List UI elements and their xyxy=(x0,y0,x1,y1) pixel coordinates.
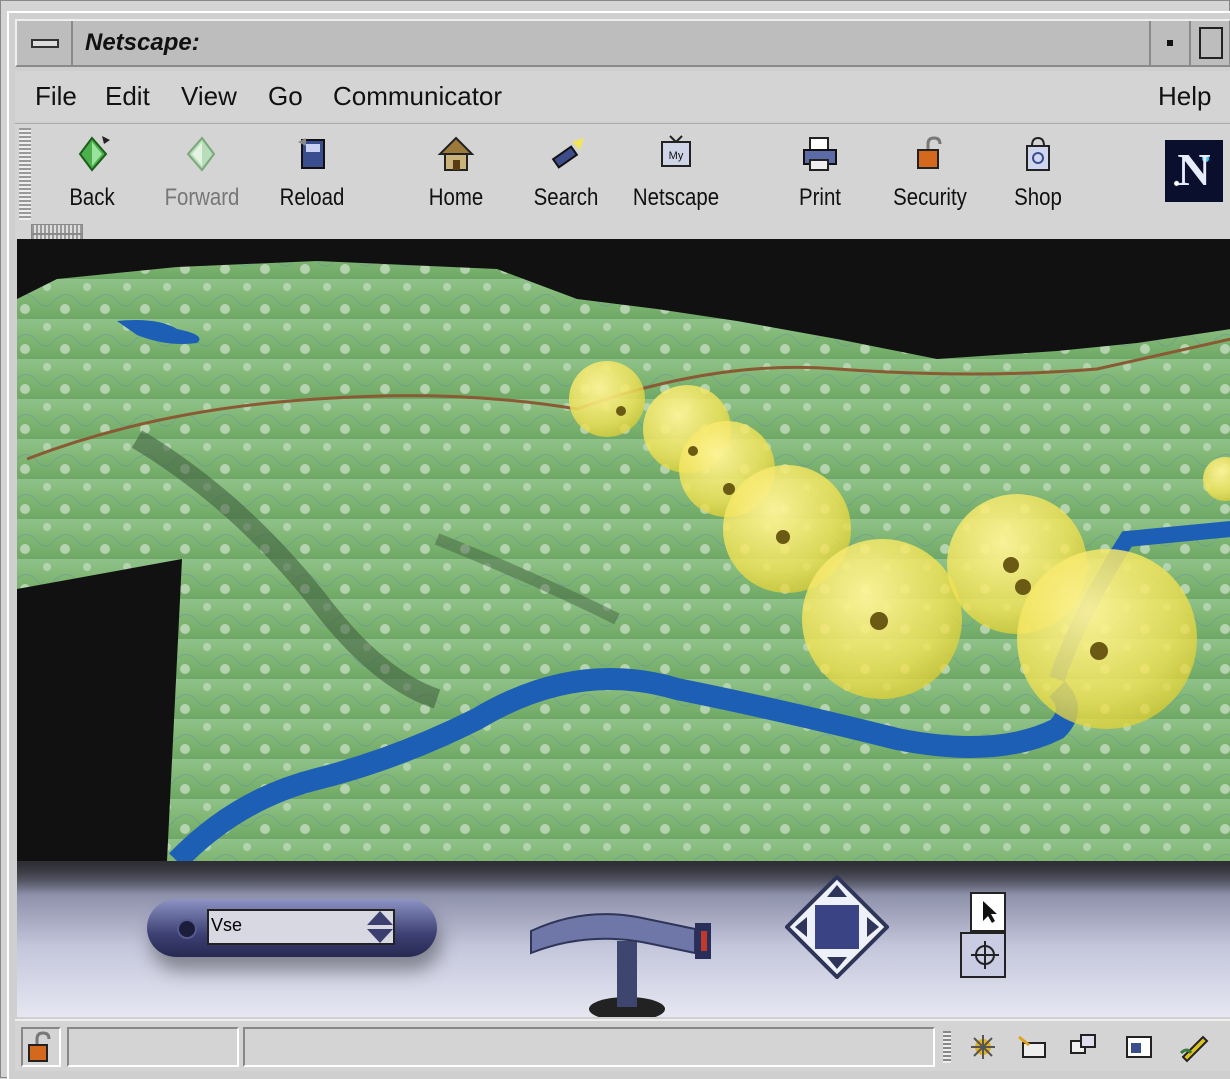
netscape-label: Netscape xyxy=(632,184,720,211)
component-bar xyxy=(943,1029,1225,1065)
minimize-icon xyxy=(1167,40,1173,46)
marker-center xyxy=(1090,642,1108,660)
my-badge-text: My xyxy=(669,150,684,162)
marker-center xyxy=(776,530,790,544)
printer-icon xyxy=(803,137,837,171)
maximize-icon xyxy=(1199,27,1223,59)
shop-button[interactable]: Shop xyxy=(983,134,1093,229)
menu-communicator[interactable]: Communicator xyxy=(333,81,502,112)
marker-center xyxy=(1015,579,1031,595)
reload-label: Reload xyxy=(279,184,345,211)
pointer-tool-icon[interactable] xyxy=(957,891,1013,981)
search-label: Search xyxy=(533,184,599,211)
marker-center xyxy=(870,612,888,630)
reload-icon xyxy=(298,138,325,169)
marker-center xyxy=(1003,557,1019,573)
my-netscape-button[interactable]: My Netscape xyxy=(621,134,731,229)
netscape-logo[interactable]: N xyxy=(1165,140,1223,202)
window-menu-button[interactable] xyxy=(17,21,73,65)
print-label: Print xyxy=(799,184,841,211)
navigator-icon[interactable] xyxy=(967,1031,999,1063)
home-button[interactable]: Home xyxy=(401,134,511,229)
vrml-3d-viewport[interactable] xyxy=(17,239,1230,861)
discussions-icon[interactable] xyxy=(1067,1031,1099,1063)
menu-help[interactable]: Help xyxy=(1158,81,1211,112)
green-arrow-left-icon xyxy=(78,136,110,172)
viewpoint-knob[interactable] xyxy=(177,919,197,939)
back-button[interactable]: Back xyxy=(37,134,147,229)
marker-center xyxy=(616,406,626,416)
marker-center xyxy=(723,483,735,495)
toolbar-tab-navigation[interactable] xyxy=(31,224,83,234)
maximize-button[interactable] xyxy=(1189,21,1229,65)
vrml-control-bar: Vse xyxy=(17,861,1230,1017)
marker-center xyxy=(688,446,698,456)
title-bar[interactable]: Netscape: xyxy=(15,19,1230,67)
forward-button[interactable]: Forward xyxy=(147,134,257,229)
search-button[interactable]: Search xyxy=(511,134,621,229)
navigation-toolbar: Back Forward Reload Home Search My Netsc… xyxy=(15,123,1230,244)
viewpoint-arrows-icon[interactable] xyxy=(365,909,395,945)
back-label: Back xyxy=(69,184,115,211)
component-bar-grip[interactable] xyxy=(943,1031,951,1063)
edit-pencil-icon[interactable] xyxy=(1179,1031,1211,1063)
menu-view[interactable]: View xyxy=(181,81,237,112)
print-button[interactable]: Print xyxy=(765,134,875,229)
composer-icon[interactable] xyxy=(1123,1031,1155,1063)
security-label: Security xyxy=(893,184,967,211)
green-arrow-right-icon xyxy=(186,136,216,172)
flashlight-icon xyxy=(551,138,584,169)
marker-sphere[interactable] xyxy=(1017,549,1197,729)
control-bar-shadow xyxy=(17,861,1230,895)
my-netscape-tv-icon: My xyxy=(661,135,691,167)
window-controls xyxy=(1149,21,1229,65)
menu-bar: File Edit View Go Communicator Help xyxy=(15,71,1230,121)
toolbar-collapse-tabs xyxy=(31,224,141,244)
minimize-button[interactable] xyxy=(1149,21,1189,65)
status-message-field xyxy=(243,1027,935,1067)
menu-file[interactable]: File xyxy=(35,81,77,112)
status-bar xyxy=(15,1019,1230,1071)
menu-edit[interactable]: Edit xyxy=(105,81,150,112)
shop-label: Shop xyxy=(1014,184,1062,211)
progress-field xyxy=(67,1027,239,1067)
house-icon xyxy=(437,136,475,171)
walk-navigation-icon[interactable] xyxy=(527,901,727,1017)
logo-letter: N xyxy=(1177,144,1211,195)
window-title: Netscape: xyxy=(85,29,200,56)
toolbar-grip[interactable] xyxy=(19,128,31,220)
padlock-icon xyxy=(917,136,942,169)
menu-go[interactable]: Go xyxy=(268,81,303,112)
shopping-bag-icon xyxy=(1026,136,1050,171)
pan-navigation-icon[interactable] xyxy=(785,875,889,979)
window-menu-icon xyxy=(31,39,59,48)
netscape-window: Netscape: File Edit View Go Communicator… xyxy=(0,0,1230,1079)
home-label: Home xyxy=(428,184,484,211)
terrain-scene xyxy=(17,239,1230,861)
mail-icon[interactable] xyxy=(1017,1031,1049,1063)
security-status[interactable] xyxy=(21,1027,61,1067)
viewpoint-selector[interactable]: Vse xyxy=(147,899,437,957)
marker-sphere[interactable] xyxy=(569,361,645,437)
padlock-icon xyxy=(28,1031,51,1062)
forward-label: Forward xyxy=(164,184,240,211)
security-button[interactable]: Security xyxy=(875,134,985,229)
reload-button[interactable]: Reload xyxy=(257,134,367,229)
